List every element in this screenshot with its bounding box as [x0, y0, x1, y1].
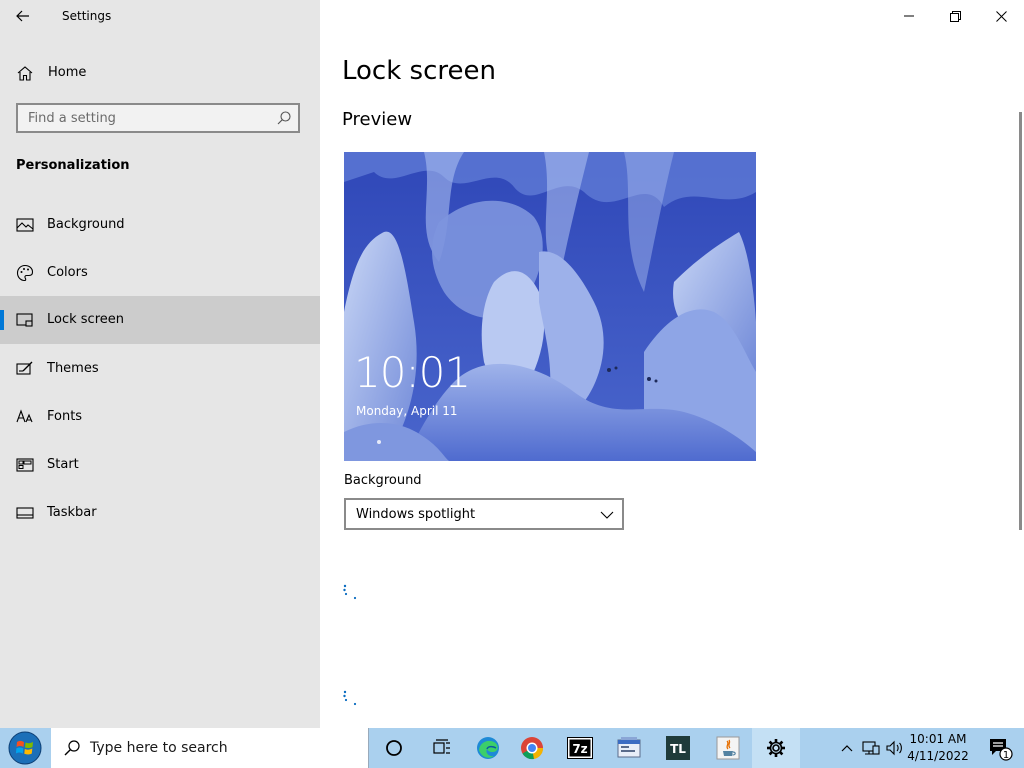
- sidebar-item-label: Background: [47, 217, 125, 232]
- title-bar: Settings: [0, 0, 320, 32]
- lock-screen-preview: 10:01 Monday, April 11: [344, 152, 756, 461]
- palette-icon: [16, 264, 34, 282]
- 7zip-icon: 7z: [567, 737, 593, 759]
- taskbar-search-placeholder: Type here to search: [90, 740, 228, 756]
- page-title: Lock screen: [342, 56, 496, 86]
- preview-date: Monday, April 11: [356, 404, 458, 418]
- volume-icon: [886, 740, 902, 756]
- 7zip-button[interactable]: 7z: [556, 728, 604, 768]
- preview-heading: Preview: [342, 109, 413, 130]
- tl-app-button[interactable]: TL: [654, 728, 702, 768]
- action-center-button[interactable]: 1: [976, 728, 1024, 768]
- notification-icon: 1: [990, 739, 1013, 761]
- close-icon: [995, 10, 1007, 22]
- preview-time: 10:01: [354, 348, 471, 397]
- windows-orb-icon: [8, 731, 42, 765]
- chevron-up-icon: [841, 745, 853, 752]
- close-button[interactable]: [978, 0, 1024, 32]
- sidebar-item-taskbar[interactable]: Taskbar: [0, 489, 320, 537]
- search-icon: [64, 740, 80, 756]
- minimize-button[interactable]: [886, 0, 932, 32]
- lock-screen-icon: [16, 313, 33, 327]
- themes-icon: [16, 361, 33, 375]
- notification-count: 1: [1003, 750, 1009, 761]
- minimize-icon: [904, 15, 914, 17]
- loading-spinner-icon: [343, 584, 357, 600]
- sidebar-item-home[interactable]: Home: [0, 57, 320, 89]
- sidebar-item-label: Fonts: [47, 409, 83, 424]
- network-icon: [862, 741, 880, 755]
- home-icon: [17, 66, 33, 81]
- sidebar-item-background[interactable]: Background: [0, 201, 320, 249]
- settings-button[interactable]: [752, 728, 800, 768]
- restore-button[interactable]: [932, 0, 978, 32]
- restore-icon: [949, 10, 961, 22]
- chrome-icon: [521, 737, 544, 760]
- sidebar-item-label: Lock screen: [47, 312, 124, 327]
- background-dropdown[interactable]: Windows spotlight: [344, 498, 624, 530]
- sidebar-item-themes[interactable]: Themes: [0, 345, 320, 393]
- start-button[interactable]: [0, 728, 50, 768]
- cortana-icon: [386, 740, 402, 756]
- image-icon: [16, 218, 34, 232]
- back-arrow-icon: [16, 10, 29, 22]
- dropdown-value: Windows spotlight: [356, 507, 476, 522]
- search-icon: [277, 111, 291, 125]
- app-title: Settings: [62, 9, 112, 23]
- start-icon: [16, 458, 34, 472]
- taskbar-icon: [16, 507, 34, 519]
- sidebar-item-fonts[interactable]: Fonts: [0, 393, 320, 441]
- volume-button[interactable]: [883, 728, 907, 768]
- tl-app-label: TL: [670, 742, 686, 756]
- sidebar-item-colors[interactable]: Colors: [0, 249, 320, 297]
- background-label: Background: [344, 473, 422, 488]
- java-icon: [716, 736, 740, 760]
- fonts-icon: [16, 409, 33, 423]
- sidebar: Settings Home Personalization Background…: [0, 0, 320, 728]
- settings-icon: [767, 739, 785, 757]
- taskbar-search[interactable]: Type here to search: [51, 728, 369, 768]
- java-button[interactable]: [704, 728, 752, 768]
- app-window-button[interactable]: [605, 728, 653, 768]
- tl-app-icon: TL: [666, 736, 690, 760]
- window-controls: [886, 0, 1024, 32]
- network-button[interactable]: [859, 728, 883, 768]
- section-heading: Personalization: [16, 158, 130, 173]
- edge-icon: [477, 737, 499, 759]
- edge-button[interactable]: [464, 728, 512, 768]
- task-view-button[interactable]: [418, 728, 466, 768]
- 7zip-label: 7z: [572, 742, 587, 756]
- loading-spinner-icon: [343, 690, 357, 706]
- show-hidden-icons-button[interactable]: [836, 728, 858, 768]
- sidebar-item-label: Themes: [47, 361, 99, 376]
- cortana-button[interactable]: [370, 728, 418, 768]
- search-box[interactable]: [16, 103, 300, 133]
- app-window-icon: [617, 737, 641, 758]
- sidebar-item-label: Taskbar: [47, 505, 97, 520]
- sidebar-item-label: Start: [47, 457, 79, 472]
- scrollbar[interactable]: [1019, 112, 1022, 530]
- back-button[interactable]: [8, 2, 38, 30]
- taskbar: Type here to search 7z TL 10:01 AM 4/11/…: [0, 728, 1024, 768]
- clock-time: 10:01 AM: [909, 732, 967, 746]
- search-input[interactable]: [18, 105, 278, 131]
- task-view-icon: [433, 739, 450, 754]
- chevron-down-icon: [600, 511, 614, 519]
- sidebar-item-lock-screen[interactable]: Lock screen: [0, 296, 320, 344]
- sidebar-item-label: Colors: [47, 265, 88, 280]
- chrome-button[interactable]: [508, 728, 556, 768]
- main-content: Lock screen Preview 10:01 Monday, April …: [320, 0, 1024, 728]
- clock[interactable]: 10:01 AM 4/11/2022: [906, 731, 970, 765]
- selection-indicator: [0, 310, 4, 330]
- clock-date: 4/11/2022: [907, 749, 969, 763]
- sidebar-item-label: Home: [48, 65, 87, 80]
- sidebar-item-start[interactable]: Start: [0, 441, 320, 489]
